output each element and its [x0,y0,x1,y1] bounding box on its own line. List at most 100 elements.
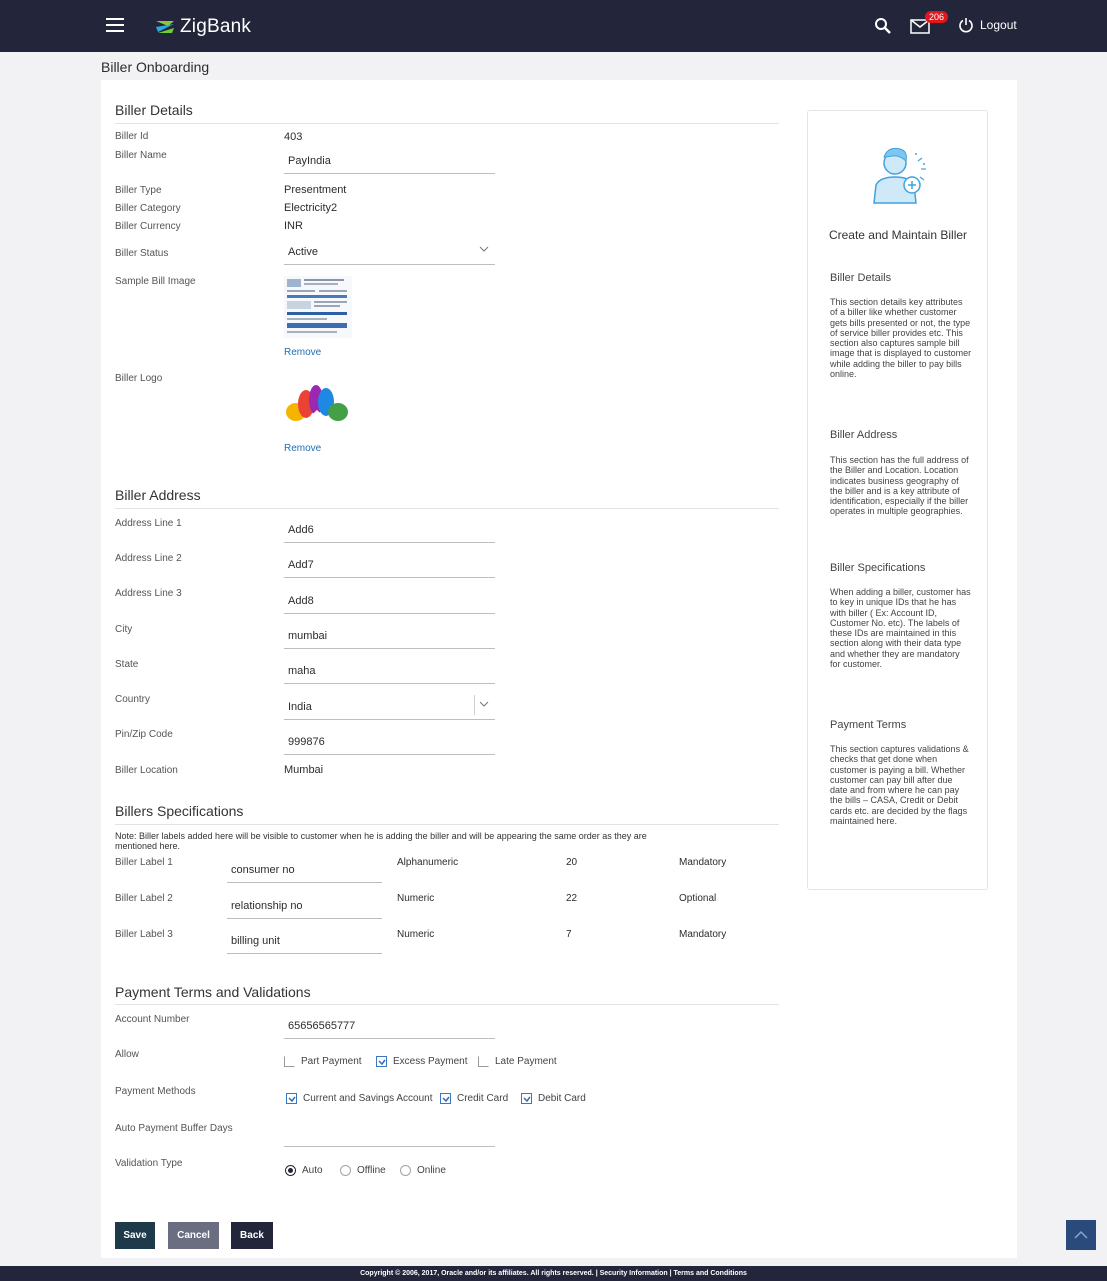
biller-type-label: Biller Type [115,185,162,196]
sample-bill-image [284,276,352,338]
checkbox-unchecked-icon [478,1056,489,1067]
back-button[interactable]: Back [231,1222,273,1249]
city-input[interactable]: mumbai [284,622,495,649]
app-name: ZigBank [180,16,252,37]
pin-code-input[interactable]: 999876 [284,728,495,755]
biller-name-text: PayIndia [288,155,331,167]
biller-currency-label: Biller Currency [115,221,181,232]
power-icon [959,18,973,33]
search-icon[interactable] [874,17,892,35]
address-line-1-input[interactable]: Add6 [284,516,495,543]
late-payment-checkbox[interactable]: Late Payment [478,1056,557,1067]
address-line-3-text: Add8 [288,595,314,607]
biller-label-1-requirement: Mandatory [679,857,727,868]
help-panel: Create and Maintain Biller Biller Detail… [807,110,988,890]
biller-label-2-label: Biller Label 2 [115,893,173,904]
address-line-3-input[interactable]: Add8 [284,587,495,614]
add-user-icon [873,147,926,204]
excess-payment-checkbox[interactable]: Excess Payment [376,1056,467,1067]
casa-checkbox[interactable]: Current and Savings Account [286,1093,433,1104]
biller-location-value: Mumbai [284,764,324,776]
city-label: City [115,624,133,635]
biller-name-label: Biller Name [115,150,167,161]
remove-sample-bill-link[interactable]: Remove [284,347,321,358]
biller-status-text: Active [288,246,318,258]
help-heading-specifications: Biller Specifications [830,562,926,574]
payment-terms-title: Payment Terms and Validations [115,984,311,1000]
checkbox-checked-icon [376,1056,387,1067]
hamburger-menu-icon[interactable] [106,18,124,32]
state-label: State [115,659,139,670]
biller-category-value: Electricity2 [284,202,338,214]
allow-label: Allow [115,1049,139,1060]
brand-logo[interactable]: ZigBank [154,14,251,40]
biller-currency-value: INR [284,220,303,232]
biller-label-1-length: 20 [566,857,578,868]
payment-methods-label: Payment Methods [115,1086,196,1097]
biller-name-input[interactable]: PayIndia [284,148,495,174]
validation-auto-radio[interactable]: Auto [285,1165,323,1176]
debit-card-checkbox[interactable]: Debit Card [521,1093,586,1104]
biller-label-2-input[interactable]: relationship no [227,892,382,919]
pin-code-text: 999876 [288,736,325,748]
biller-label-1-type: Alphanumeric [397,857,459,868]
account-number-text: 65656565777 [288,1020,356,1032]
biller-label-1-input[interactable]: consumer no [227,856,382,883]
scroll-to-top-button[interactable] [1066,1220,1096,1250]
help-heading-payment-terms: Payment Terms [830,719,907,731]
chevron-down-icon [479,701,489,707]
validation-offline-radio[interactable]: Offline [340,1165,386,1176]
credit-card-checkbox[interactable]: Credit Card [440,1093,508,1104]
section-divider [115,123,779,124]
address-line-1-text: Add6 [288,524,314,536]
biller-details-title: Biller Details [115,102,193,118]
help-text-biller-address: This section has the full address of the… [830,455,969,517]
remove-logo-link[interactable]: Remove [284,443,321,454]
biller-type-value: Presentment [284,184,347,196]
section-divider [115,508,779,509]
page-title: Biller Onboarding [101,59,210,75]
logout-button[interactable]: Logout [958,17,1017,33]
country-select[interactable]: India [284,693,495,720]
biller-address-title: Biller Address [115,487,201,503]
address-line-3-label: Address Line 3 [115,588,182,599]
cancel-button[interactable]: Cancel [168,1222,219,1249]
help-text-biller-details: This section details key attributes of a… [830,297,972,380]
part-payment-label: Part Payment [301,1056,362,1067]
state-input[interactable]: maha [284,657,495,684]
validation-auto-label: Auto [302,1165,323,1176]
logout-label: Logout [980,18,1017,32]
biller-status-select[interactable]: Active [284,240,495,265]
top-bar: ZigBank 206 Logout [0,0,1107,52]
credit-card-label: Credit Card [457,1093,509,1104]
biller-label-3-length: 7 [566,929,572,940]
help-text-specifications: When adding a biller, customer has to ke… [830,587,971,670]
debit-card-label: Debit Card [538,1093,586,1104]
biller-label-3-label: Biller Label 3 [115,929,173,940]
address-line-1-label: Address Line 1 [115,518,182,529]
biller-label-3-text: billing unit [231,935,280,947]
validation-online-radio[interactable]: Online [400,1165,446,1176]
account-number-input[interactable]: 65656565777 [284,1012,495,1039]
sample-bill-label: Sample Bill Image [115,276,196,287]
checkbox-unchecked-icon [284,1056,295,1067]
late-payment-label: Late Payment [495,1056,557,1067]
specifications-note: Note: Biller labels added here will be v… [115,831,647,851]
excess-payment-label: Excess Payment [393,1056,468,1067]
part-payment-checkbox[interactable]: Part Payment [284,1056,362,1067]
biller-category-label: Biller Category [115,203,181,214]
biller-label-3-input[interactable]: billing unit [227,927,382,954]
biller-label-2-text: relationship no [231,900,303,912]
biller-location-label: Biller Location [115,765,178,776]
account-number-label: Account Number [115,1014,190,1025]
save-button[interactable]: Save [115,1222,155,1249]
radio-unselected-icon [400,1165,411,1176]
section-divider [115,824,779,825]
pin-code-label: Pin/Zip Code [115,729,173,740]
address-line-2-input[interactable]: Add7 [284,551,495,578]
buffer-days-input[interactable] [284,1120,495,1147]
biller-logo-image [286,385,348,422]
checkbox-checked-icon [286,1093,297,1104]
buffer-days-label: Auto Payment Buffer Days [115,1123,233,1134]
help-heading-biller-address: Biller Address [830,429,898,441]
